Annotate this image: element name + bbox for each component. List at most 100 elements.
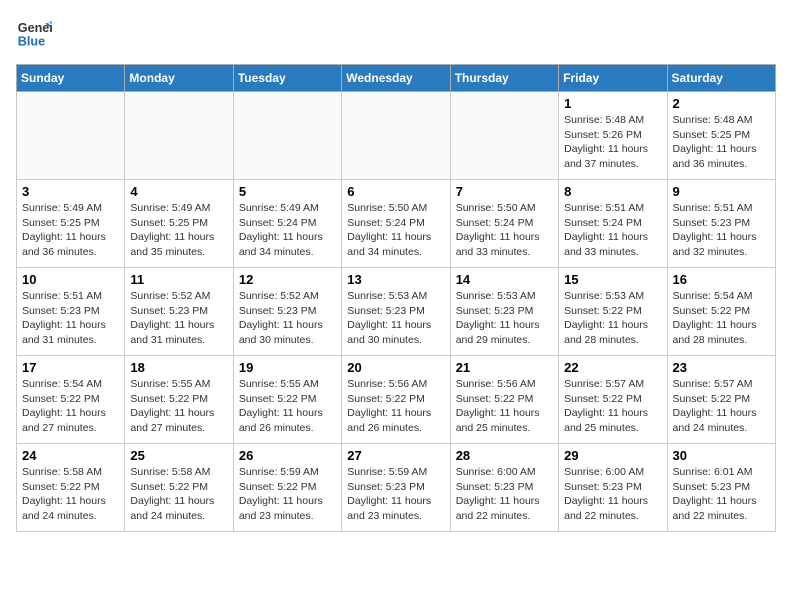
day-number: 15 xyxy=(564,272,661,287)
day-number: 23 xyxy=(673,360,770,375)
weekday-header-thursday: Thursday xyxy=(450,65,558,92)
day-number: 4 xyxy=(130,184,227,199)
day-number: 2 xyxy=(673,96,770,111)
day-cell: 6Sunrise: 5:50 AM Sunset: 5:24 PM Daylig… xyxy=(342,180,450,268)
weekday-header-tuesday: Tuesday xyxy=(233,65,341,92)
day-number: 30 xyxy=(673,448,770,463)
day-info: Sunrise: 5:57 AM Sunset: 5:22 PM Dayligh… xyxy=(564,377,661,436)
day-cell: 27 Sunrise: 5:59 AM Sunset: 5:23 PM Dayli… xyxy=(342,444,450,532)
day-number: 27 xyxy=(347,448,444,463)
day-cell xyxy=(450,92,558,180)
calendar-table: SundayMondayTuesdayWednesdayThursdayFrid… xyxy=(16,64,776,532)
week-row-0: 1 Sunrise: 5:48 AM Sunset: 5:26 PM Daylig… xyxy=(17,92,776,180)
day-cell: 19 Sunrise: 5:55 AM Sunset: 5:22 PM Dayli… xyxy=(233,356,341,444)
day-cell: 15 Sunrise: 5:53 AM Sunset: 5:22 PM Dayli… xyxy=(559,268,667,356)
day-number: 3 xyxy=(22,184,119,199)
week-row-2: 10Sunrise: 5:51 AM Sunset: 5:23 PM Dayli… xyxy=(17,268,776,356)
day-cell: 1 Sunrise: 5:48 AM Sunset: 5:26 PM Daylig… xyxy=(559,92,667,180)
day-cell: 30Sunrise: 6:01 AM Sunset: 5:23 PM Dayli… xyxy=(667,444,775,532)
day-cell: 3 Sunrise: 5:49 AM Sunset: 5:25 PM Daylig… xyxy=(17,180,125,268)
day-cell: 28 Sunrise: 6:00 AM Sunset: 5:23 PM Dayli… xyxy=(450,444,558,532)
day-number: 18 xyxy=(130,360,227,375)
day-cell: 22 Sunrise: 5:57 AM Sunset: 5:22 PM Dayli… xyxy=(559,356,667,444)
day-info: Sunrise: 5:55 AM Sunset: 5:22 PM Dayligh… xyxy=(239,377,336,436)
week-row-4: 24Sunrise: 5:58 AM Sunset: 5:22 PM Dayli… xyxy=(17,444,776,532)
weekday-header-friday: Friday xyxy=(559,65,667,92)
weekday-header-wednesday: Wednesday xyxy=(342,65,450,92)
weekday-header-row: SundayMondayTuesdayWednesdayThursdayFrid… xyxy=(17,65,776,92)
day-cell: 25 Sunrise: 5:58 AM Sunset: 5:22 PM Dayli… xyxy=(125,444,233,532)
day-info: Sunrise: 5:50 AM Sunset: 5:24 PM Dayligh… xyxy=(347,201,444,260)
day-info: Sunrise: 5:55 AM Sunset: 5:22 PM Dayligh… xyxy=(130,377,227,436)
day-cell: 8 Sunrise: 5:51 AM Sunset: 5:24 PM Daylig… xyxy=(559,180,667,268)
day-number: 13 xyxy=(347,272,444,287)
day-number: 7 xyxy=(456,184,553,199)
day-info: Sunrise: 5:58 AM Sunset: 5:22 PM Dayligh… xyxy=(22,465,119,524)
day-cell: 21Sunrise: 5:56 AM Sunset: 5:22 PM Dayli… xyxy=(450,356,558,444)
day-number: 1 xyxy=(564,96,661,111)
day-cell: 18 Sunrise: 5:55 AM Sunset: 5:22 PM Dayli… xyxy=(125,356,233,444)
logo: General Blue xyxy=(16,16,52,52)
day-number: 21 xyxy=(456,360,553,375)
day-cell: 24Sunrise: 5:58 AM Sunset: 5:22 PM Dayli… xyxy=(17,444,125,532)
day-info: Sunrise: 5:51 AM Sunset: 5:24 PM Dayligh… xyxy=(564,201,661,260)
day-number: 22 xyxy=(564,360,661,375)
day-info: Sunrise: 5:48 AM Sunset: 5:26 PM Dayligh… xyxy=(564,113,661,172)
day-info: Sunrise: 5:52 AM Sunset: 5:23 PM Dayligh… xyxy=(239,289,336,348)
day-number: 17 xyxy=(22,360,119,375)
day-number: 16 xyxy=(673,272,770,287)
day-info: Sunrise: 5:53 AM Sunset: 5:23 PM Dayligh… xyxy=(347,289,444,348)
weekday-header-saturday: Saturday xyxy=(667,65,775,92)
day-cell: 16 Sunrise: 5:54 AM Sunset: 5:22 PM Dayli… xyxy=(667,268,775,356)
logo-icon: General Blue xyxy=(16,16,52,52)
day-info: Sunrise: 5:56 AM Sunset: 5:22 PM Dayligh… xyxy=(347,377,444,436)
svg-text:Blue: Blue xyxy=(18,35,45,49)
day-cell: 4Sunrise: 5:49 AM Sunset: 5:25 PM Daylig… xyxy=(125,180,233,268)
day-cell xyxy=(17,92,125,180)
week-row-3: 17 Sunrise: 5:54 AM Sunset: 5:22 PM Dayli… xyxy=(17,356,776,444)
day-number: 8 xyxy=(564,184,661,199)
day-cell xyxy=(233,92,341,180)
day-info: Sunrise: 5:57 AM Sunset: 5:22 PM Dayligh… xyxy=(673,377,770,436)
day-info: Sunrise: 5:58 AM Sunset: 5:22 PM Dayligh… xyxy=(130,465,227,524)
day-number: 20 xyxy=(347,360,444,375)
day-cell: 13 Sunrise: 5:53 AM Sunset: 5:23 PM Dayli… xyxy=(342,268,450,356)
day-cell: 17 Sunrise: 5:54 AM Sunset: 5:22 PM Dayli… xyxy=(17,356,125,444)
day-info: Sunrise: 5:49 AM Sunset: 5:25 PM Dayligh… xyxy=(22,201,119,260)
day-number: 5 xyxy=(239,184,336,199)
day-info: Sunrise: 5:51 AM Sunset: 5:23 PM Dayligh… xyxy=(673,201,770,260)
day-number: 10 xyxy=(22,272,119,287)
day-number: 19 xyxy=(239,360,336,375)
week-row-1: 3 Sunrise: 5:49 AM Sunset: 5:25 PM Daylig… xyxy=(17,180,776,268)
day-info: Sunrise: 5:54 AM Sunset: 5:22 PM Dayligh… xyxy=(22,377,119,436)
day-cell: 14Sunrise: 5:53 AM Sunset: 5:23 PM Dayli… xyxy=(450,268,558,356)
day-info: Sunrise: 5:53 AM Sunset: 5:22 PM Dayligh… xyxy=(564,289,661,348)
weekday-header-sunday: Sunday xyxy=(17,65,125,92)
day-cell: 20 Sunrise: 5:56 AM Sunset: 5:22 PM Dayli… xyxy=(342,356,450,444)
day-cell: 5 Sunrise: 5:49 AM Sunset: 5:24 PM Daylig… xyxy=(233,180,341,268)
day-info: Sunrise: 5:59 AM Sunset: 5:23 PM Dayligh… xyxy=(347,465,444,524)
day-number: 12 xyxy=(239,272,336,287)
day-cell: 11Sunrise: 5:52 AM Sunset: 5:23 PM Dayli… xyxy=(125,268,233,356)
day-cell: 2 Sunrise: 5:48 AM Sunset: 5:25 PM Daylig… xyxy=(667,92,775,180)
day-cell: 7 Sunrise: 5:50 AM Sunset: 5:24 PM Daylig… xyxy=(450,180,558,268)
day-info: Sunrise: 5:53 AM Sunset: 5:23 PM Dayligh… xyxy=(456,289,553,348)
day-cell: 12 Sunrise: 5:52 AM Sunset: 5:23 PM Dayli… xyxy=(233,268,341,356)
day-number: 9 xyxy=(673,184,770,199)
day-info: Sunrise: 5:48 AM Sunset: 5:25 PM Dayligh… xyxy=(673,113,770,172)
weekday-header-monday: Monday xyxy=(125,65,233,92)
day-info: Sunrise: 6:00 AM Sunset: 5:23 PM Dayligh… xyxy=(456,465,553,524)
day-info: Sunrise: 5:50 AM Sunset: 5:24 PM Dayligh… xyxy=(456,201,553,260)
day-number: 25 xyxy=(130,448,227,463)
day-cell: 10Sunrise: 5:51 AM Sunset: 5:23 PM Dayli… xyxy=(17,268,125,356)
day-cell xyxy=(125,92,233,180)
day-number: 11 xyxy=(130,272,227,287)
day-info: Sunrise: 6:00 AM Sunset: 5:23 PM Dayligh… xyxy=(564,465,661,524)
day-number: 29 xyxy=(564,448,661,463)
day-info: Sunrise: 5:49 AM Sunset: 5:24 PM Dayligh… xyxy=(239,201,336,260)
day-cell: 29 Sunrise: 6:00 AM Sunset: 5:23 PM Dayli… xyxy=(559,444,667,532)
day-number: 28 xyxy=(456,448,553,463)
day-info: Sunrise: 5:54 AM Sunset: 5:22 PM Dayligh… xyxy=(673,289,770,348)
day-info: Sunrise: 5:59 AM Sunset: 5:22 PM Dayligh… xyxy=(239,465,336,524)
page-header: General Blue xyxy=(16,16,776,52)
